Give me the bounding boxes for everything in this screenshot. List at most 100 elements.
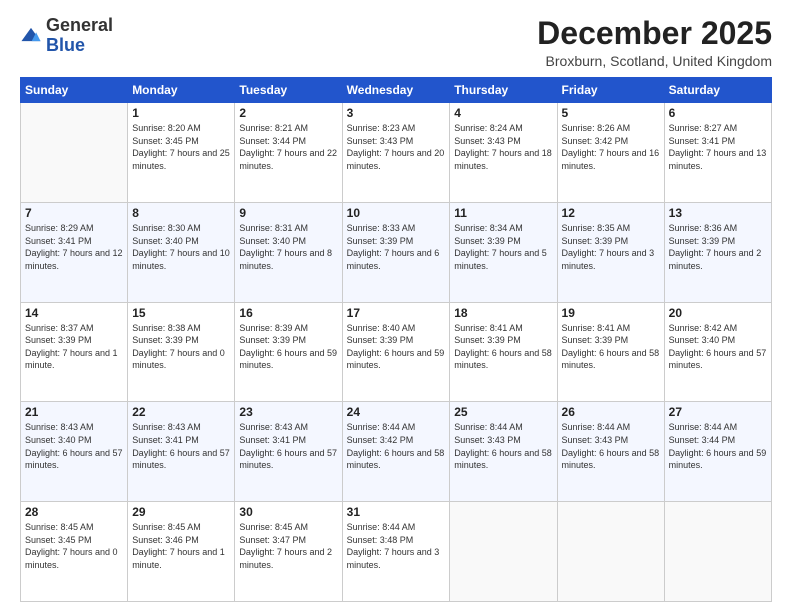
- cell-details: Sunrise: 8:45 AMSunset: 3:47 PMDaylight:…: [239, 521, 337, 571]
- day-number: 16: [239, 306, 337, 320]
- col-saturday: Saturday: [664, 78, 771, 103]
- day-number: 27: [669, 405, 767, 419]
- day-number: 1: [132, 106, 230, 120]
- cell-details: Sunrise: 8:41 AMSunset: 3:39 PMDaylight:…: [562, 322, 660, 372]
- cell-details: Sunrise: 8:44 AMSunset: 3:43 PMDaylight:…: [562, 421, 660, 471]
- col-wednesday: Wednesday: [342, 78, 450, 103]
- logo-icon: [20, 25, 42, 47]
- calendar-cell: 15Sunrise: 8:38 AMSunset: 3:39 PMDayligh…: [128, 302, 235, 402]
- day-number: 15: [132, 306, 230, 320]
- calendar-cell: 29 Sunrise: 8:45 AMSunset: 3:46 PMDayligh…: [128, 502, 235, 602]
- calendar-cell: 22Sunrise: 8:43 AMSunset: 3:41 PMDayligh…: [128, 402, 235, 502]
- calendar-cell: [21, 103, 128, 203]
- calendar-week-row: 14 Sunrise: 8:37 AMSunset: 3:39 PMDayligh…: [21, 302, 772, 402]
- day-number: 21: [25, 405, 123, 419]
- cell-details: Sunrise: 8:29 AMSunset: 3:41 PMDaylight:…: [25, 222, 123, 272]
- day-number: 25: [454, 405, 552, 419]
- col-monday: Monday: [128, 78, 235, 103]
- day-number: 17: [347, 306, 446, 320]
- calendar-cell: [450, 502, 557, 602]
- day-number: 30: [239, 505, 337, 519]
- calendar-week-row: 7 Sunrise: 8:29 AMSunset: 3:41 PMDaylight…: [21, 202, 772, 302]
- day-number: 14: [25, 306, 123, 320]
- calendar-cell: [557, 502, 664, 602]
- calendar-cell: 31 Sunrise: 8:44 AMSunset: 3:48 PMDayligh…: [342, 502, 450, 602]
- calendar-week-row: 1 Sunrise: 8:20 AMSunset: 3:45 PMDaylight…: [21, 103, 772, 203]
- logo: General Blue: [20, 16, 113, 56]
- day-number: 10: [347, 206, 446, 220]
- col-friday: Friday: [557, 78, 664, 103]
- cell-details: Sunrise: 8:44 AMSunset: 3:48 PMDaylight:…: [347, 521, 446, 571]
- logo-blue-text: Blue: [46, 35, 85, 55]
- calendar-cell: [664, 502, 771, 602]
- cell-details: Sunrise: 8:43 AMSunset: 3:40 PMDaylight:…: [25, 421, 123, 471]
- page: General Blue December 2025 Broxburn, Sco…: [0, 0, 792, 612]
- cell-details: Sunrise: 8:40 AMSunset: 3:39 PMDaylight:…: [347, 322, 446, 372]
- cell-details: Sunrise: 8:45 AMSunset: 3:46 PMDaylight:…: [132, 521, 230, 571]
- calendar-cell: 23Sunrise: 8:43 AMSunset: 3:41 PMDayligh…: [235, 402, 342, 502]
- calendar-cell: 13Sunrise: 8:36 AMSunset: 3:39 PMDayligh…: [664, 202, 771, 302]
- day-number: 28: [25, 505, 123, 519]
- day-number: 20: [669, 306, 767, 320]
- cell-details: Sunrise: 8:21 AMSunset: 3:44 PMDaylight:…: [239, 122, 337, 172]
- col-tuesday: Tuesday: [235, 78, 342, 103]
- calendar-cell: 20 Sunrise: 8:42 AMSunset: 3:40 PMDayligh…: [664, 302, 771, 402]
- day-number: 12: [562, 206, 660, 220]
- cell-details: Sunrise: 8:30 AMSunset: 3:40 PMDaylight:…: [132, 222, 230, 272]
- day-number: 2: [239, 106, 337, 120]
- day-number: 9: [239, 206, 337, 220]
- col-thursday: Thursday: [450, 78, 557, 103]
- cell-details: Sunrise: 8:35 AMSunset: 3:39 PMDaylight:…: [562, 222, 660, 272]
- calendar-week-row: 28 Sunrise: 8:45 AMSunset: 3:45 PMDayligh…: [21, 502, 772, 602]
- calendar-cell: 12 Sunrise: 8:35 AMSunset: 3:39 PMDayligh…: [557, 202, 664, 302]
- calendar-cell: 28 Sunrise: 8:45 AMSunset: 3:45 PMDayligh…: [21, 502, 128, 602]
- day-number: 29: [132, 505, 230, 519]
- cell-details: Sunrise: 8:44 AMSunset: 3:44 PMDaylight:…: [669, 421, 767, 471]
- calendar-cell: 25 Sunrise: 8:44 AMSunset: 3:43 PMDayligh…: [450, 402, 557, 502]
- day-number: 6: [669, 106, 767, 120]
- day-number: 23: [239, 405, 337, 419]
- cell-details: Sunrise: 8:27 AMSunset: 3:41 PMDaylight:…: [669, 122, 767, 172]
- calendar-cell: 19 Sunrise: 8:41 AMSunset: 3:39 PMDayligh…: [557, 302, 664, 402]
- calendar-cell: 9Sunrise: 8:31 AMSunset: 3:40 PMDaylight…: [235, 202, 342, 302]
- day-number: 5: [562, 106, 660, 120]
- cell-details: Sunrise: 8:42 AMSunset: 3:40 PMDaylight:…: [669, 322, 767, 372]
- calendar-cell: 24 Sunrise: 8:44 AMSunset: 3:42 PMDayligh…: [342, 402, 450, 502]
- calendar-cell: 30 Sunrise: 8:45 AMSunset: 3:47 PMDayligh…: [235, 502, 342, 602]
- calendar-cell: 26 Sunrise: 8:44 AMSunset: 3:43 PMDayligh…: [557, 402, 664, 502]
- day-number: 13: [669, 206, 767, 220]
- cell-details: Sunrise: 8:39 AMSunset: 3:39 PMDaylight:…: [239, 322, 337, 372]
- calendar-cell: 3Sunrise: 8:23 AMSunset: 3:43 PMDaylight…: [342, 103, 450, 203]
- day-number: 26: [562, 405, 660, 419]
- calendar-cell: 14 Sunrise: 8:37 AMSunset: 3:39 PMDayligh…: [21, 302, 128, 402]
- cell-details: Sunrise: 8:34 AMSunset: 3:39 PMDaylight:…: [454, 222, 552, 272]
- cell-details: Sunrise: 8:41 AMSunset: 3:39 PMDaylight:…: [454, 322, 552, 372]
- calendar-table: Sunday Monday Tuesday Wednesday Thursday…: [20, 77, 772, 602]
- cell-details: Sunrise: 8:23 AMSunset: 3:43 PMDaylight:…: [347, 122, 446, 172]
- calendar-cell: 1 Sunrise: 8:20 AMSunset: 3:45 PMDaylight…: [128, 103, 235, 203]
- logo-general-text: General: [46, 15, 113, 35]
- calendar-week-row: 21 Sunrise: 8:43 AMSunset: 3:40 PMDayligh…: [21, 402, 772, 502]
- day-number: 18: [454, 306, 552, 320]
- calendar-cell: 5Sunrise: 8:26 AMSunset: 3:42 PMDaylight…: [557, 103, 664, 203]
- location: Broxburn, Scotland, United Kingdom: [537, 53, 772, 69]
- cell-details: Sunrise: 8:20 AMSunset: 3:45 PMDaylight:…: [132, 122, 230, 172]
- calendar-cell: 7 Sunrise: 8:29 AMSunset: 3:41 PMDaylight…: [21, 202, 128, 302]
- cell-details: Sunrise: 8:44 AMSunset: 3:43 PMDaylight:…: [454, 421, 552, 471]
- cell-details: Sunrise: 8:37 AMSunset: 3:39 PMDaylight:…: [25, 322, 123, 372]
- day-number: 19: [562, 306, 660, 320]
- calendar-cell: 18 Sunrise: 8:41 AMSunset: 3:39 PMDayligh…: [450, 302, 557, 402]
- day-number: 7: [25, 206, 123, 220]
- cell-details: Sunrise: 8:45 AMSunset: 3:45 PMDaylight:…: [25, 521, 123, 571]
- header: General Blue December 2025 Broxburn, Sco…: [20, 16, 772, 69]
- calendar-cell: 10 Sunrise: 8:33 AMSunset: 3:39 PMDayligh…: [342, 202, 450, 302]
- cell-details: Sunrise: 8:44 AMSunset: 3:42 PMDaylight:…: [347, 421, 446, 471]
- day-number: 11: [454, 206, 552, 220]
- calendar-cell: 21 Sunrise: 8:43 AMSunset: 3:40 PMDayligh…: [21, 402, 128, 502]
- calendar-cell: 16 Sunrise: 8:39 AMSunset: 3:39 PMDayligh…: [235, 302, 342, 402]
- title-block: December 2025 Broxburn, Scotland, United…: [537, 16, 772, 69]
- day-number: 24: [347, 405, 446, 419]
- day-number: 31: [347, 505, 446, 519]
- calendar-cell: 8Sunrise: 8:30 AMSunset: 3:40 PMDaylight…: [128, 202, 235, 302]
- cell-details: Sunrise: 8:33 AMSunset: 3:39 PMDaylight:…: [347, 222, 446, 272]
